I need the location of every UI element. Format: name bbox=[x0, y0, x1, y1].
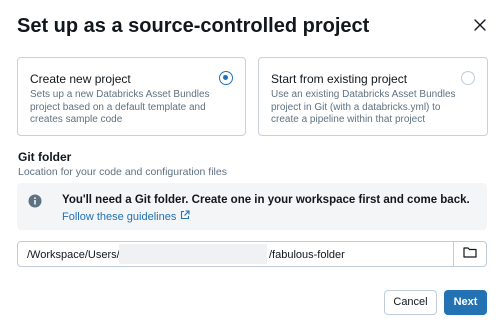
option-description: Use an existing Databricks Asset Bundles… bbox=[271, 89, 456, 125]
radio-create-new-project[interactable] bbox=[219, 71, 233, 85]
close-icon bbox=[474, 18, 486, 36]
browse-folder-button[interactable] bbox=[453, 241, 487, 267]
option-create-new-project[interactable]: Create new project Sets up a new Databri… bbox=[17, 57, 246, 136]
option-title: Start from existing project bbox=[271, 72, 408, 86]
setup-dialog: Set up as a source-controlled project Cr… bbox=[0, 0, 504, 334]
git-folder-label: Git folder bbox=[18, 150, 72, 164]
git-folder-alert: You'll need a Git folder. Create one in … bbox=[17, 183, 487, 230]
path-prefix: /Workspace/Users/ bbox=[27, 249, 120, 261]
dialog-title: Set up as a source-controlled project bbox=[17, 15, 370, 37]
folder-icon bbox=[463, 245, 477, 263]
guidelines-link-label: Follow these guidelines bbox=[62, 211, 177, 223]
option-title: Create new project bbox=[30, 72, 131, 86]
cancel-button[interactable]: Cancel bbox=[384, 290, 437, 315]
git-folder-path-row: /Workspace/Users/ /fabulous-folder bbox=[17, 241, 487, 267]
option-description: Sets up a new Databricks Asset Bundles p… bbox=[30, 89, 210, 125]
info-icon bbox=[28, 194, 42, 208]
guidelines-link[interactable]: Follow these guidelines bbox=[62, 210, 190, 224]
path-suffix: /fabulous-folder bbox=[269, 249, 345, 261]
option-start-from-existing-project[interactable]: Start from existing project Use an exist… bbox=[258, 57, 488, 136]
redacted-username bbox=[119, 244, 267, 264]
radio-start-from-existing-project[interactable] bbox=[461, 71, 475, 85]
close-button[interactable] bbox=[467, 14, 493, 40]
git-folder-path-input[interactable]: /Workspace/Users/ /fabulous-folder bbox=[17, 241, 454, 267]
git-folder-hint: Location for your code and configuration… bbox=[18, 166, 227, 178]
alert-message: You'll need a Git folder. Create one in … bbox=[62, 194, 470, 206]
next-button[interactable]: Next bbox=[444, 290, 487, 315]
external-link-icon bbox=[180, 210, 190, 224]
